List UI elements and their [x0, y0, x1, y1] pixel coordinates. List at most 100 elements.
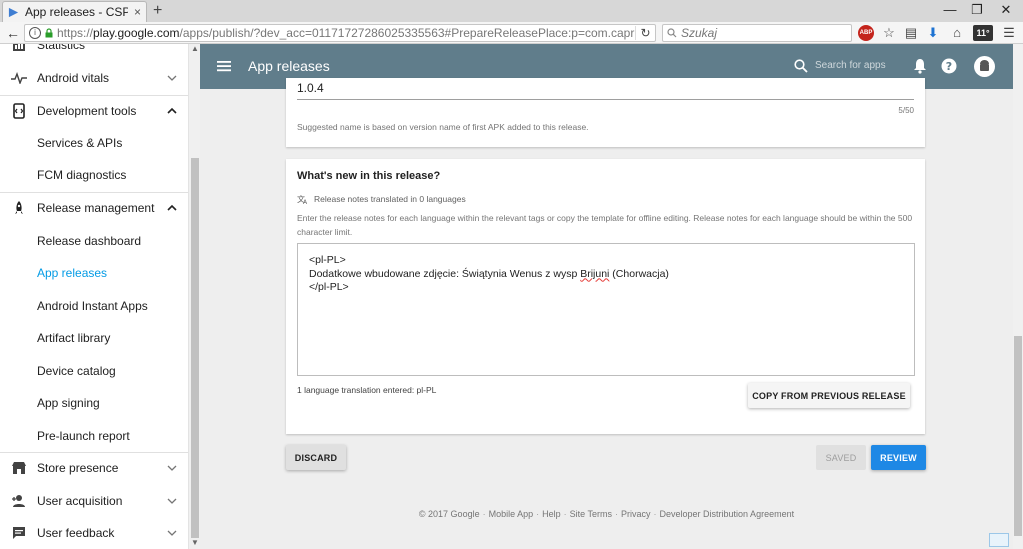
back-arrow-icon[interactable]: ←	[6, 24, 20, 42]
sidebar-item-release-dashboard[interactable]: Release dashboard	[0, 225, 188, 257]
restore-icon[interactable]: ❐	[962, 0, 992, 22]
close-tab-icon[interactable]: ×	[134, 5, 141, 19]
footer-link-distribution-agreement[interactable]: Developer Distribution Agreement	[660, 509, 795, 519]
sidebar-item-label: Device catalog	[37, 364, 116, 378]
review-button[interactable]: Review	[871, 445, 926, 470]
sidebar-item-label: User feedback	[37, 526, 115, 540]
bookmark-star-icon[interactable]: ☆	[881, 25, 897, 41]
browser-tab[interactable]: App releases - CSPhot ×	[2, 1, 147, 22]
sidebar-item-label: Android vitals	[37, 71, 110, 85]
account-avatar[interactable]	[974, 56, 995, 77]
sidebar: Statistics Android vitals Development to…	[0, 44, 200, 549]
saved-button: Saved	[816, 445, 866, 470]
translations-entered: 1 language translation entered: pl-PL	[297, 385, 437, 395]
chevron-down-icon	[167, 75, 177, 81]
browser-tab-title: App releases - CSPhot	[25, 5, 128, 19]
sidebar-item-android-instant-apps[interactable]: Android Instant Apps	[0, 290, 188, 322]
app-search-input[interactable]: Search for apps	[815, 60, 886, 71]
release-name-card: 1.0.4 5/50 Suggested name is based on ve…	[286, 78, 925, 147]
discard-button[interactable]: Discard	[286, 445, 346, 470]
chevron-down-icon	[167, 498, 177, 504]
sidebar-item-store-presence[interactable]: Store presence	[0, 452, 188, 484]
footer: © 2017 Google · Mobile App · Help · Site Terms…	[418, 509, 795, 519]
release-name-hint: Suggested name is based on version name …	[297, 122, 589, 132]
browser-nav-bar: ← i https://play.google.com/apps/publish…	[0, 22, 1023, 44]
download-icon[interactable]: ⬇	[925, 25, 941, 41]
bar-chart-icon	[9, 44, 29, 55]
chevron-up-icon	[167, 204, 177, 211]
sidebar-item-app-releases[interactable]: App releases	[0, 257, 188, 289]
address-bar[interactable]: i https://play.google.com/apps/publish/?…	[24, 24, 656, 42]
feedback-icon	[9, 523, 29, 543]
browser-menu-icon[interactable]: ☰	[1001, 25, 1017, 41]
add-user-icon	[9, 491, 29, 511]
page-scrollbar[interactable]	[1013, 44, 1023, 549]
sidebar-item-label: Development tools	[37, 104, 137, 118]
page-scroll-thumb[interactable]	[1014, 336, 1022, 536]
sidebar-scroll-thumb[interactable]	[191, 158, 199, 538]
sidebar-item-label: Android Instant Apps	[37, 299, 148, 313]
sidebar-item-user-acquisition[interactable]: User acquisition	[0, 485, 188, 517]
translation-status: 文A Release notes translated in 0 languag…	[297, 194, 466, 204]
home-icon[interactable]: ⌂	[949, 25, 965, 41]
translate-icon: 文A	[297, 194, 308, 204]
play-store-icon	[8, 7, 19, 17]
pulse-icon	[9, 68, 29, 88]
footer-link-privacy[interactable]: Privacy	[621, 509, 651, 519]
sidebar-item-device-catalog[interactable]: Device catalog	[0, 355, 188, 387]
sidebar-item-label: Release dashboard	[37, 234, 142, 248]
sidebar-item-android-vitals[interactable]: Android vitals	[0, 62, 188, 94]
sidebar-item-label: Pre-launch report	[37, 429, 130, 443]
sidebar-item-label: Services & APIs	[37, 136, 123, 150]
minimize-icon[interactable]: —	[935, 0, 965, 22]
help-icon[interactable]: ?	[941, 58, 957, 74]
chevron-down-icon	[167, 530, 177, 536]
close-window-icon[interactable]: ✕	[991, 0, 1021, 22]
sidebar-item-statistics[interactable]: Statistics	[0, 44, 188, 61]
release-name-input[interactable]: 1.0.4	[297, 81, 324, 95]
sidebar-item-label: Artifact library	[37, 331, 111, 345]
reload-icon[interactable]: ↻	[635, 26, 655, 40]
browser-tab-bar: App releases - CSPhot × + — ❐ ✕	[0, 0, 1023, 22]
weather-widget[interactable]: 11°	[973, 25, 993, 41]
rocket-icon	[9, 198, 29, 218]
url-text: https://play.google.com/apps/publish/?de…	[57, 26, 635, 40]
footer-link-site-terms[interactable]: Site Terms	[570, 509, 612, 519]
sidebar-item-development-tools[interactable]: Development tools	[0, 95, 188, 127]
sidebar-item-label: App signing	[37, 396, 100, 410]
search-icon[interactable]	[794, 59, 808, 73]
sidebar-item-user-feedback[interactable]: User feedback	[0, 517, 188, 549]
sidebar-item-pre-launch-report[interactable]: Pre-launch report	[0, 420, 188, 452]
release-notes-textarea[interactable]: <pl-PL> Dodatkowe wbudowane zdjęcie: Świ…	[297, 243, 915, 376]
hamburger-menu-icon[interactable]	[216, 58, 232, 74]
sidebar-item-fcm-diagnostics[interactable]: FCM diagnostics	[0, 159, 188, 191]
sidebar-item-label: User acquisition	[37, 494, 123, 508]
sidebar-item-release-management[interactable]: Release management	[0, 192, 188, 224]
whats-new-card: What's new in this release? 文A Release n…	[286, 159, 925, 434]
new-tab-button[interactable]: +	[153, 2, 162, 20]
sidebar-item-label: Store presence	[37, 461, 119, 475]
adblock-icon[interactable]: ABP	[858, 25, 874, 41]
whats-new-heading: What's new in this release?	[297, 170, 441, 182]
copy-from-previous-release-button[interactable]: Copy from previous release	[748, 383, 910, 408]
sidebar-item-services-apis[interactable]: Services & APIs	[0, 127, 188, 159]
feedback-widget-icon[interactable]	[989, 533, 1009, 547]
info-icon[interactable]: i	[29, 27, 41, 39]
character-count: 5/50	[898, 106, 914, 115]
notes-line: <pl-PL>	[309, 254, 346, 266]
notes-line: Dodatkowe wbudowane zdjęcie: Świątynia W…	[309, 267, 669, 280]
scroll-up-arrow-icon[interactable]: ▲	[189, 44, 200, 54]
sidebar-item-artifact-library[interactable]: Artifact library	[0, 322, 188, 354]
store-icon	[9, 458, 29, 478]
sidebar-scrollbar[interactable]: ▲ ▼	[188, 44, 200, 549]
reading-list-icon[interactable]: ▤	[903, 25, 919, 41]
notifications-bell-icon[interactable]	[912, 58, 928, 74]
sidebar-item-app-signing[interactable]: App signing	[0, 387, 188, 419]
sidebar-item-label: FCM diagnostics	[37, 168, 127, 182]
scroll-down-arrow-icon[interactable]: ▼	[189, 538, 200, 548]
browser-search-box[interactable]: Szukaj	[662, 24, 852, 42]
footer-link-mobile-app[interactable]: Mobile App	[489, 509, 534, 519]
footer-link-help[interactable]: Help	[542, 509, 561, 519]
sidebar-item-label: Release management	[37, 201, 155, 215]
page-title: App releases	[248, 58, 330, 74]
